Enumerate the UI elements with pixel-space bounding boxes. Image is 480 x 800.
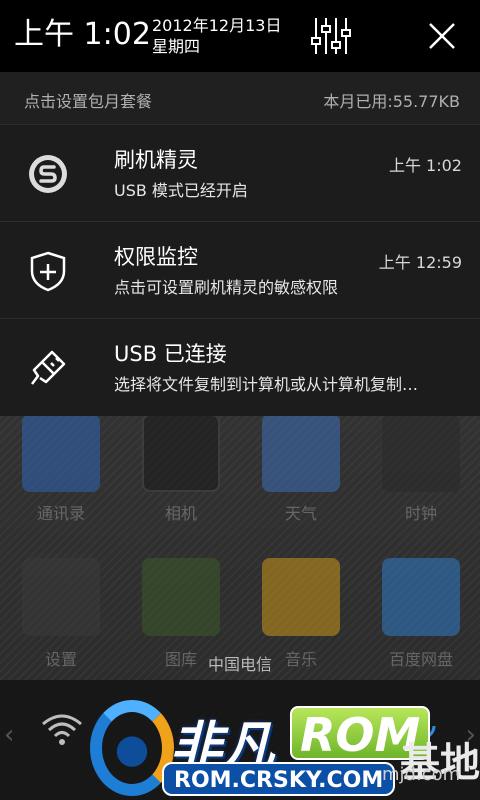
clock-time: 上午 1:02 — [14, 17, 151, 52]
watermark-url-secondary: mjd.com — [382, 764, 461, 785]
shade-header: 上午 1:02 2012年12月13日 星期四 — [0, 0, 480, 72]
notification-item[interactable]: USB 已连接 选择将文件复制到计算机或从计算机复制… — [0, 320, 480, 416]
notification-shade: 上午 1:02 2012年12月13日 星期四 点击设置包月套餐 本月已用:55… — [0, 0, 480, 416]
data-plan-link[interactable]: 点击设置包月套餐 — [24, 88, 152, 112]
notification-time: 上午 12:59 — [378, 253, 462, 272]
date-text: 2012年12月13日 — [152, 16, 282, 35]
watermark-url: ROM.CRSKY.COM — [162, 762, 396, 796]
notification-text: 选择将文件复制到计算机或从计算机复制… — [114, 375, 419, 394]
chevron-left-icon[interactable]: ‹ — [4, 720, 14, 750]
notification-time: 上午 1:02 — [388, 156, 462, 175]
close-icon[interactable] — [420, 14, 464, 58]
shuaji-logo-icon — [29, 155, 67, 193]
home-label-clock: 时钟 — [404, 504, 437, 523]
weather-icon[interactable] — [262, 414, 340, 492]
notification-text: 点击可设置刷机精灵的敏感权限 — [114, 278, 339, 297]
home-label-contacts: 通讯录 — [36, 504, 85, 523]
gallery-icon[interactable] — [142, 558, 220, 636]
home-label-weather: 天气 — [284, 504, 317, 523]
wifi-icon[interactable] — [40, 712, 84, 746]
music-icon[interactable] — [262, 558, 340, 636]
cloud-drive-icon[interactable] — [382, 558, 460, 636]
notification-item[interactable]: 权限监控 点击可设置刷机精灵的敏感权限 上午 12:59 — [0, 223, 480, 319]
camera-icon[interactable] — [142, 414, 220, 492]
notification-title: 刷机精灵 — [114, 148, 198, 172]
notification-item[interactable]: 刷机精灵 USB 模式已经开启 上午 1:02 — [0, 126, 480, 222]
notification-text: USB 模式已经开启 — [114, 181, 248, 200]
shield-plus-icon — [30, 251, 66, 292]
date-block: 2012年12月13日 星期四 — [152, 15, 281, 57]
data-usage-value: 本月已用:55.77KB — [323, 92, 460, 111]
notification-title: 权限监控 — [114, 245, 198, 269]
carrier-label: 中国电信 — [207, 655, 272, 674]
settings-app-icon[interactable] — [22, 558, 100, 636]
data-usage-bar[interactable]: 点击设置包月套餐 本月已用:55.77KB — [0, 72, 480, 125]
clock-icon[interactable] — [382, 414, 460, 492]
home-label-camera: 相机 — [164, 504, 197, 523]
contacts-icon[interactable] — [22, 414, 100, 492]
watermark: 非凡 ROM 基地 ROM.CRSKY.COM mjd.com — [90, 700, 480, 800]
sliders-settings-icon[interactable] — [310, 16, 352, 56]
weekday-text: 星期四 — [152, 37, 201, 56]
usb-plug-icon — [31, 350, 66, 385]
notification-title: USB 已连接 — [114, 342, 227, 366]
